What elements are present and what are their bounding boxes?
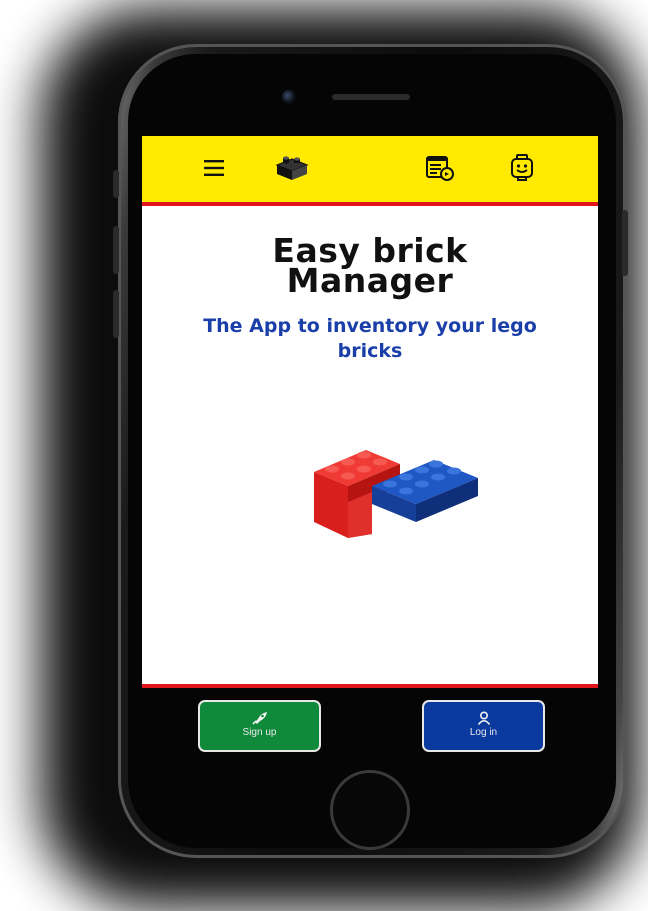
brick-icon (275, 156, 309, 180)
profile-button[interactable] (504, 150, 540, 186)
earpiece-speaker (332, 94, 410, 100)
page-title: Easy brick Manager (142, 234, 598, 300)
power-button (622, 210, 628, 276)
page-title-line-2: Manager (286, 261, 454, 300)
log-in-button[interactable]: Log in (422, 700, 545, 752)
menu-icon (204, 160, 224, 176)
user-icon (477, 711, 490, 725)
menu-button[interactable] (196, 150, 232, 186)
page-subtitle: The App to inventory your lego bricks (203, 315, 537, 362)
minifig-face-icon (511, 154, 533, 181)
bricks-home-button[interactable] (274, 150, 310, 186)
volume-down-button (113, 290, 119, 338)
app-screen: Easy brick Manager The App to inventory … (142, 136, 598, 688)
home-button[interactable] (330, 770, 410, 850)
top-navigation-bar (142, 136, 598, 206)
rocket-icon (251, 712, 267, 725)
inventory-button[interactable] (422, 150, 458, 186)
lego-bricks-illustration (314, 450, 478, 538)
sign-up-label: Sign up (242, 727, 277, 738)
front-camera (282, 90, 296, 104)
sign-up-button[interactable]: Sign up (198, 700, 321, 752)
inventory-icon (426, 156, 454, 181)
log-in-label: Log in (469, 727, 498, 738)
volume-up-button (113, 226, 119, 274)
bottom-divider (142, 684, 598, 688)
mute-switch (113, 170, 119, 198)
